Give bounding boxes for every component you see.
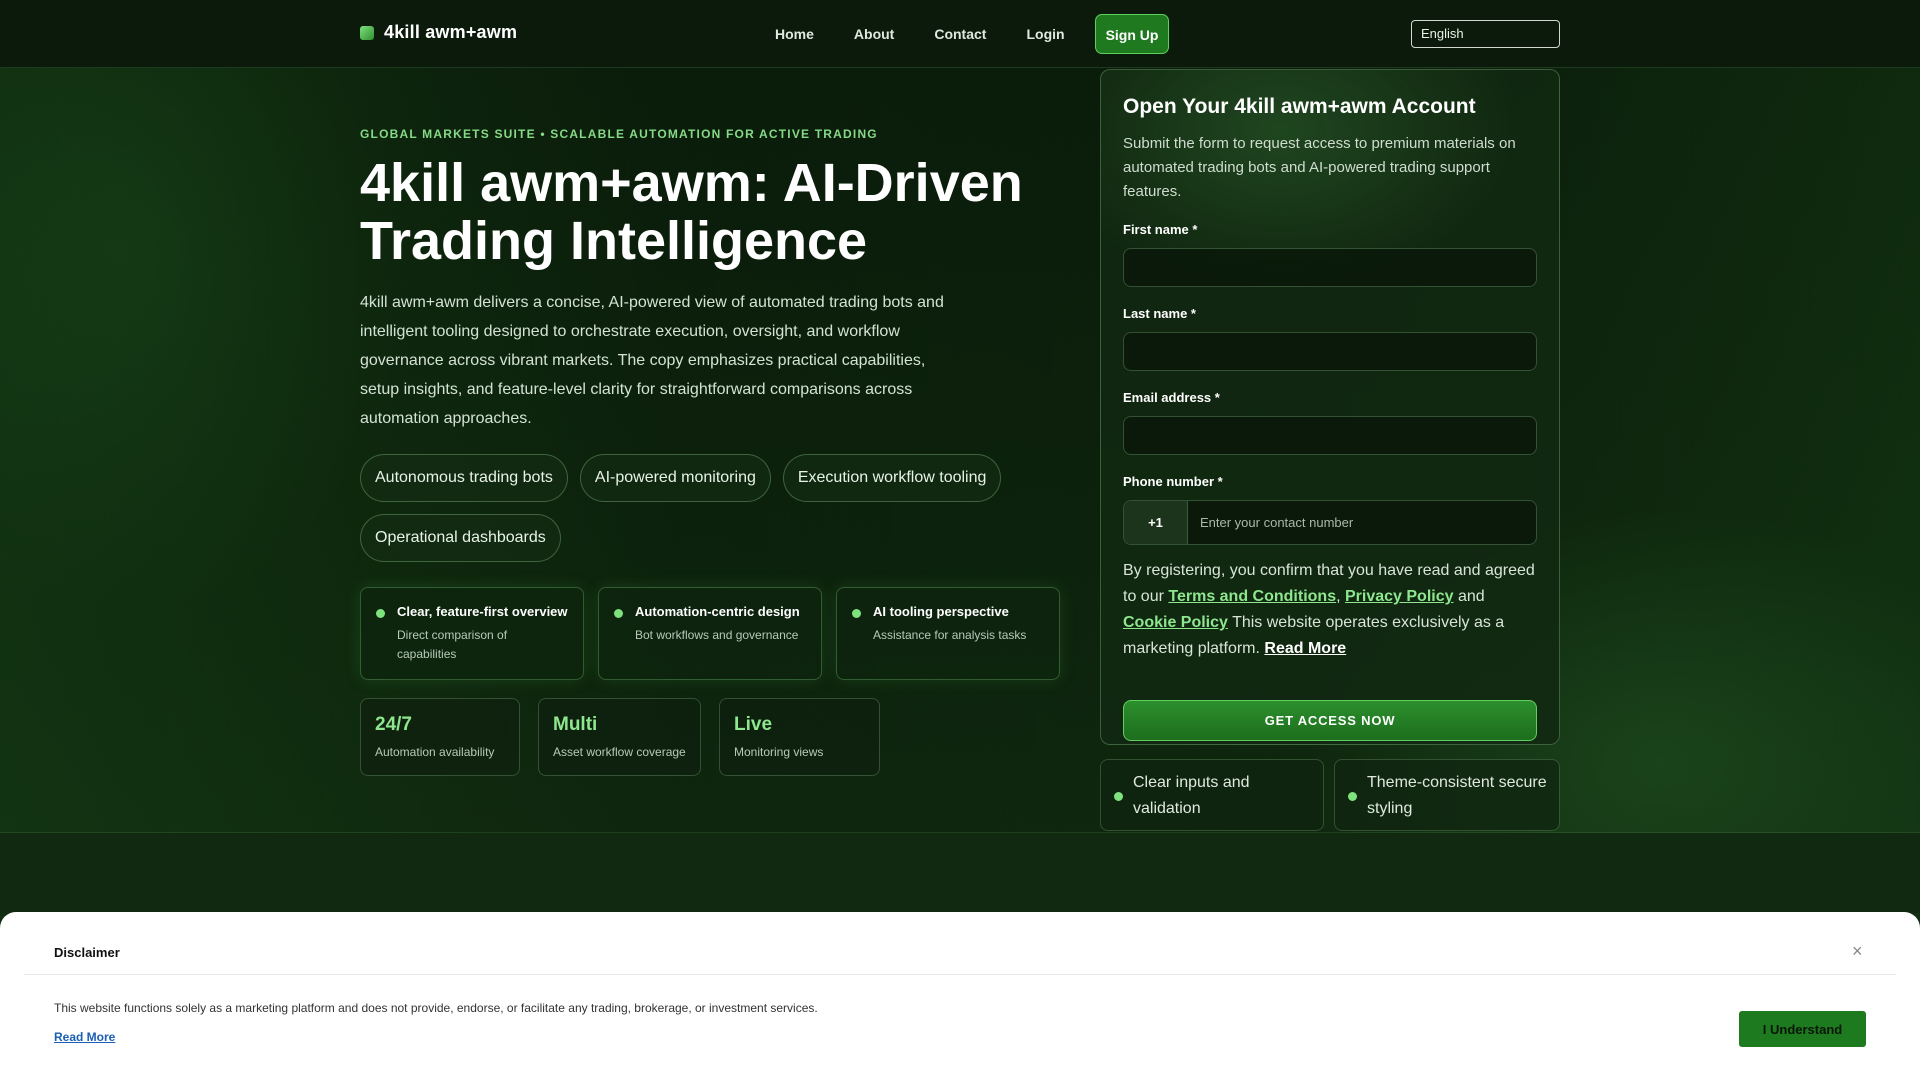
- email-input[interactable]: [1123, 416, 1537, 455]
- chip-trading-bots: Autonomous trading bots: [360, 454, 568, 502]
- nav-link-home[interactable]: Home: [775, 14, 814, 54]
- country-code-select[interactable]: +1: [1124, 501, 1188, 544]
- cookie-link[interactable]: Cookie Policy: [1123, 614, 1228, 631]
- signup-form-card: Open Your 4kill awm+awm Account Submit t…: [1100, 69, 1560, 745]
- stat-label: Asset workflow coverage: [553, 745, 686, 759]
- bullet-dot-icon: [614, 609, 623, 618]
- hero-eyebrow: GLOBAL MARKETS SUITE • SCALABLE AUTOMATI…: [360, 127, 878, 141]
- bullet-dot-icon: [1348, 792, 1357, 801]
- stat-value: Multi: [553, 714, 598, 735]
- signup-button[interactable]: Sign Up: [1094, 14, 1170, 54]
- bullet-dot-icon: [1114, 792, 1123, 801]
- nav-links: Home About Contact Login Sign Up: [775, 14, 1170, 54]
- chip-dashboards: Operational dashboards: [360, 514, 561, 562]
- disclaimer-title: Disclaimer: [54, 945, 120, 960]
- bullet-dot-icon: [852, 609, 861, 618]
- stat-label: Automation availability: [375, 745, 495, 759]
- feature-card: Automation-centric design Bot workflows …: [598, 587, 822, 680]
- phone-field: +1: [1123, 500, 1537, 545]
- disclaimer-text: This website functions solely as a marke…: [54, 1001, 818, 1015]
- read-more-link[interactable]: Read More: [1264, 640, 1346, 657]
- form-badge: Clear inputs and validation: [1100, 759, 1324, 831]
- stat-card: Multi Asset workflow coverage: [538, 698, 701, 776]
- hero-description: 4kill awm+awm delivers a concise, AI-pow…: [360, 294, 944, 427]
- badge-text: Theme-consistent secure styling: [1367, 774, 1547, 817]
- last-name-input[interactable]: [1123, 332, 1537, 371]
- nav-link-login[interactable]: Login: [1026, 14, 1064, 54]
- bullet-dot-icon: [376, 609, 385, 618]
- understand-button[interactable]: I Understand: [1739, 1011, 1866, 1047]
- stat-card: Live Monitoring views: [719, 698, 880, 776]
- feature-title: AI tooling perspective: [873, 604, 1009, 619]
- chip-execution-tooling: Execution workflow tooling: [782, 454, 1002, 502]
- brand-logo[interactable]: 4kill awm+awm: [360, 22, 517, 43]
- form-badges: Clear inputs and validation Theme-consis…: [1100, 759, 1560, 831]
- feature-cards: Clear, feature-first overview Direct com…: [360, 587, 1060, 680]
- close-icon[interactable]: ×: [1852, 942, 1863, 960]
- capability-chips: Autonomous trading bots AI-powered monit…: [360, 454, 1060, 562]
- disclaimer-read-more-link[interactable]: Read More: [54, 1030, 115, 1044]
- feature-card: AI tooling perspective Assistance for an…: [836, 587, 1060, 680]
- first-name-label: First name *: [1123, 222, 1198, 237]
- top-navbar: 4kill awm+awm Home About Contact Login S…: [0, 0, 1920, 68]
- form-description: Submit the form to request access to pre…: [1123, 135, 1516, 200]
- feature-title: Automation-centric design: [635, 604, 800, 619]
- nav-link-about[interactable]: About: [854, 14, 894, 54]
- nav-link-contact[interactable]: Contact: [934, 14, 986, 54]
- terms-link[interactable]: Terms and Conditions: [1168, 588, 1336, 605]
- stat-card: 24/7 Automation availability: [360, 698, 520, 776]
- logo-mark-icon: [360, 25, 374, 40]
- badge-text: Clear inputs and validation: [1133, 774, 1250, 817]
- feature-subtitle: Direct comparison of capabilities: [397, 628, 508, 661]
- brand-name: 4kill awm+awm: [384, 22, 518, 42]
- first-name-input[interactable]: [1123, 248, 1537, 287]
- stat-cards: 24/7 Automation availability Multi Asset…: [360, 698, 880, 776]
- email-label: Email address *: [1123, 390, 1220, 405]
- divider: [24, 974, 1896, 975]
- language-select[interactable]: English: [1411, 20, 1560, 48]
- form-badge: Theme-consistent secure styling: [1334, 759, 1560, 831]
- feature-subtitle: Bot workflows and governance: [635, 628, 799, 642]
- chip-ai-monitoring: AI-powered monitoring: [579, 454, 771, 502]
- lower-band: [0, 833, 1920, 913]
- last-name-label: Last name *: [1123, 306, 1196, 321]
- get-access-button[interactable]: GET ACCESS NOW: [1123, 700, 1537, 741]
- consent-text: By registering, you confirm that you hav…: [1123, 562, 1535, 657]
- consent-and: and: [1457, 588, 1485, 605]
- stat-value: Live: [734, 714, 773, 735]
- stat-value: 24/7: [375, 714, 412, 735]
- disclaimer-banner: Disclaimer × This website functions sole…: [0, 912, 1920, 1080]
- phone-input[interactable]: [1188, 501, 1536, 544]
- hero-title: 4kill awm+awm: AI-Driven Trading Intelli…: [360, 153, 1023, 271]
- stat-label: Monitoring views: [734, 745, 824, 759]
- form-title: Open Your 4kill awm+awm Account: [1123, 95, 1476, 118]
- phone-label: Phone number *: [1123, 474, 1223, 489]
- feature-card: Clear, feature-first overview Direct com…: [360, 587, 584, 680]
- feature-subtitle: Assistance for analysis tasks: [873, 628, 1027, 642]
- feature-title: Clear, feature-first overview: [397, 604, 568, 619]
- privacy-link[interactable]: Privacy Policy: [1345, 588, 1454, 605]
